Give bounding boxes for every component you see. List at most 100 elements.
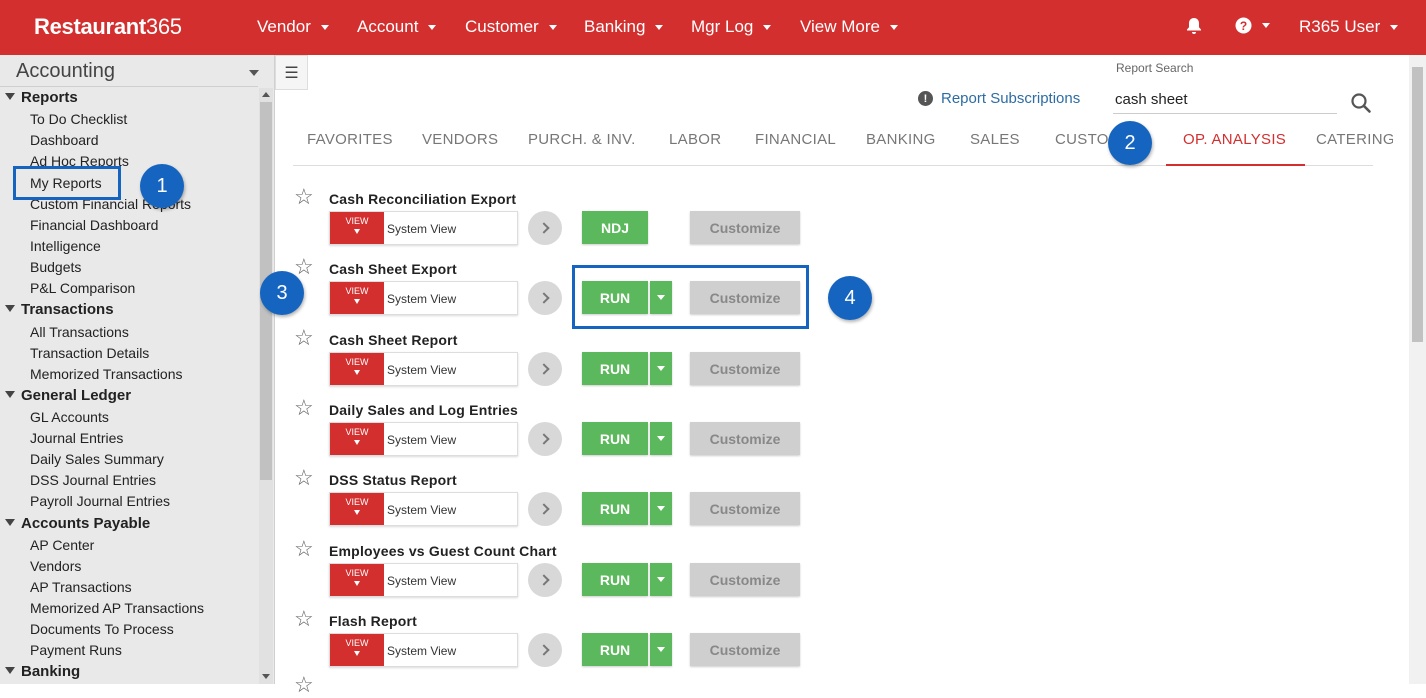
favorite-star-icon[interactable]: ☆	[294, 465, 314, 491]
section-general-ledger[interactable]: General Ledger	[0, 387, 131, 404]
customize-button[interactable]: Customize	[690, 422, 800, 455]
help-icon[interactable]: ?	[1235, 17, 1270, 34]
run-button[interactable]: RUN	[582, 563, 648, 596]
sidebar-item-to-do-checklist[interactable]: To Do Checklist	[30, 111, 127, 127]
sidebar-item-intelligence[interactable]: Intelligence	[30, 238, 101, 254]
section-transactions[interactable]: Transactions	[0, 301, 114, 318]
sidebar-item-financial-dashboard[interactable]: Financial Dashboard	[30, 217, 158, 233]
nav-customer[interactable]: Customer	[465, 17, 557, 37]
run-options-dropdown[interactable]	[650, 492, 672, 525]
customize-button[interactable]: Customize	[690, 211, 800, 244]
view-selector[interactable]: VIEW System View	[329, 563, 518, 597]
go-arrow-button[interactable]	[528, 281, 562, 315]
sidebar-scrollbar[interactable]	[259, 88, 273, 684]
sidebar-item-daily-sales-summary[interactable]: Daily Sales Summary	[30, 451, 164, 467]
customize-button[interactable]: Customize	[690, 633, 800, 666]
favorite-star-icon[interactable]: ☆	[294, 395, 314, 421]
sidebar-item-gl-accounts[interactable]: GL Accounts	[30, 409, 109, 425]
sidebar-item-journal-entries[interactable]: Journal Entries	[30, 430, 123, 446]
favorite-star-icon[interactable]: ☆	[294, 672, 314, 698]
scroll-down-icon[interactable]	[262, 674, 270, 679]
scroll-up-icon[interactable]	[262, 92, 270, 97]
run-button[interactable]: RUN	[582, 492, 648, 525]
customize-button[interactable]: Customize	[690, 563, 800, 596]
run-button[interactable]: RUN	[582, 422, 648, 455]
view-selector[interactable]: VIEW System View	[329, 422, 518, 456]
search-icon[interactable]	[1350, 92, 1372, 119]
sidebar-item-documents-to-process[interactable]: Documents To Process	[30, 621, 174, 637]
sidebar-title[interactable]: Accounting	[16, 60, 115, 83]
tab-labor[interactable]: LABOR	[669, 131, 721, 148]
go-arrow-button[interactable]	[528, 492, 562, 526]
view-selector[interactable]: VIEW System View	[329, 492, 518, 526]
favorite-star-icon[interactable]: ☆	[294, 536, 314, 562]
view-button[interactable]: VIEW	[330, 353, 384, 385]
section-banking[interactable]: Banking	[0, 663, 80, 680]
view-selector[interactable]: VIEW System View	[329, 211, 518, 245]
sidebar-item-budgets[interactable]: Budgets	[30, 259, 81, 275]
scrollbar-thumb[interactable]	[1412, 67, 1423, 342]
view-button[interactable]: VIEW	[330, 564, 384, 596]
chevron-down-icon[interactable]	[249, 70, 259, 76]
sidebar-item-dss-journal-entries[interactable]: DSS Journal Entries	[30, 472, 156, 488]
go-arrow-button[interactable]	[528, 563, 562, 597]
nav-mgr-log[interactable]: Mgr Log	[691, 17, 772, 37]
run-options-dropdown[interactable]	[650, 422, 672, 455]
nav-banking[interactable]: Banking	[584, 17, 664, 37]
report-subscriptions-link[interactable]: ! Report Subscriptions	[918, 90, 1080, 107]
tab-customer[interactable]: CUSTO	[1055, 131, 1109, 148]
view-selector[interactable]: VIEW System View	[329, 352, 518, 386]
sidebar-item-payroll-journal-entries[interactable]: Payroll Journal Entries	[30, 493, 170, 509]
tab-financial[interactable]: FINANCIAL	[755, 131, 836, 148]
section-reports[interactable]: Reports	[0, 89, 78, 106]
tab-vendors[interactable]: VENDORS	[422, 131, 498, 148]
sidebar-item-ap-center[interactable]: AP Center	[30, 537, 94, 553]
sidebar-item-payment-runs[interactable]: Payment Runs	[30, 642, 122, 658]
sidebar-item-ap-transactions[interactable]: AP Transactions	[30, 579, 132, 595]
run-button[interactable]: RUN	[582, 633, 648, 666]
run-options-dropdown[interactable]	[650, 352, 672, 385]
tab-favorites[interactable]: FAVORITES	[307, 131, 393, 148]
view-button[interactable]: VIEW	[330, 423, 384, 455]
run-button[interactable]: NDJ	[582, 211, 648, 244]
run-options-dropdown[interactable]	[650, 633, 672, 666]
run-options-dropdown[interactable]	[650, 563, 672, 596]
view-button[interactable]: VIEW	[330, 634, 384, 666]
sidebar-item-pl-comparison[interactable]: P&L Comparison	[30, 280, 135, 296]
nav-view-more[interactable]: View More	[800, 17, 898, 37]
main-scrollbar[interactable]	[1409, 55, 1426, 684]
view-button[interactable]: VIEW	[330, 212, 384, 244]
go-arrow-button[interactable]	[528, 211, 562, 245]
restaurant365-logo[interactable]: Restaurant365	[34, 14, 182, 40]
tab-banking[interactable]: BANKING	[866, 131, 936, 148]
view-selector[interactable]: VIEW System View	[329, 633, 518, 667]
go-arrow-button[interactable]	[528, 352, 562, 386]
tab-op-analysis[interactable]: OP. ANALYSIS	[1183, 131, 1286, 148]
sidebar-item-all-transactions[interactable]: All Transactions	[30, 324, 129, 340]
favorite-star-icon[interactable]: ☆	[294, 184, 314, 210]
view-button[interactable]: VIEW	[330, 282, 384, 314]
nav-vendor[interactable]: Vendor	[257, 17, 329, 37]
sidebar-item-memorized-ap-transactions[interactable]: Memorized AP Transactions	[30, 600, 204, 616]
view-selector[interactable]: VIEW System View	[329, 281, 518, 315]
sidebar-item-memorized-transactions[interactable]: Memorized Transactions	[30, 366, 183, 382]
bell-icon[interactable]	[1186, 17, 1202, 35]
customize-button[interactable]: Customize	[690, 352, 800, 385]
user-menu[interactable]: R365 User	[1299, 17, 1399, 37]
tab-sales[interactable]: SALES	[970, 131, 1020, 148]
go-arrow-button[interactable]	[528, 422, 562, 456]
favorite-star-icon[interactable]: ☆	[294, 325, 314, 351]
view-button[interactable]: VIEW	[330, 493, 384, 525]
tab-purch-inv[interactable]: PURCH. & INV.	[528, 131, 636, 148]
tab-catering[interactable]: CATERING	[1316, 131, 1393, 148]
sidebar-item-dashboard[interactable]: Dashboard	[30, 132, 99, 148]
nav-account[interactable]: Account	[357, 17, 437, 37]
run-button[interactable]: RUN	[582, 352, 648, 385]
sidebar-item-transaction-details[interactable]: Transaction Details	[30, 345, 149, 361]
customize-button[interactable]: Customize	[690, 492, 800, 525]
section-accounts-payable[interactable]: Accounts Payable	[0, 515, 150, 532]
sidebar-item-vendors[interactable]: Vendors	[30, 558, 81, 574]
report-search-input[interactable]	[1113, 86, 1337, 114]
go-arrow-button[interactable]	[528, 633, 562, 667]
hamburger-menu-icon[interactable]: ☰	[275, 55, 308, 90]
